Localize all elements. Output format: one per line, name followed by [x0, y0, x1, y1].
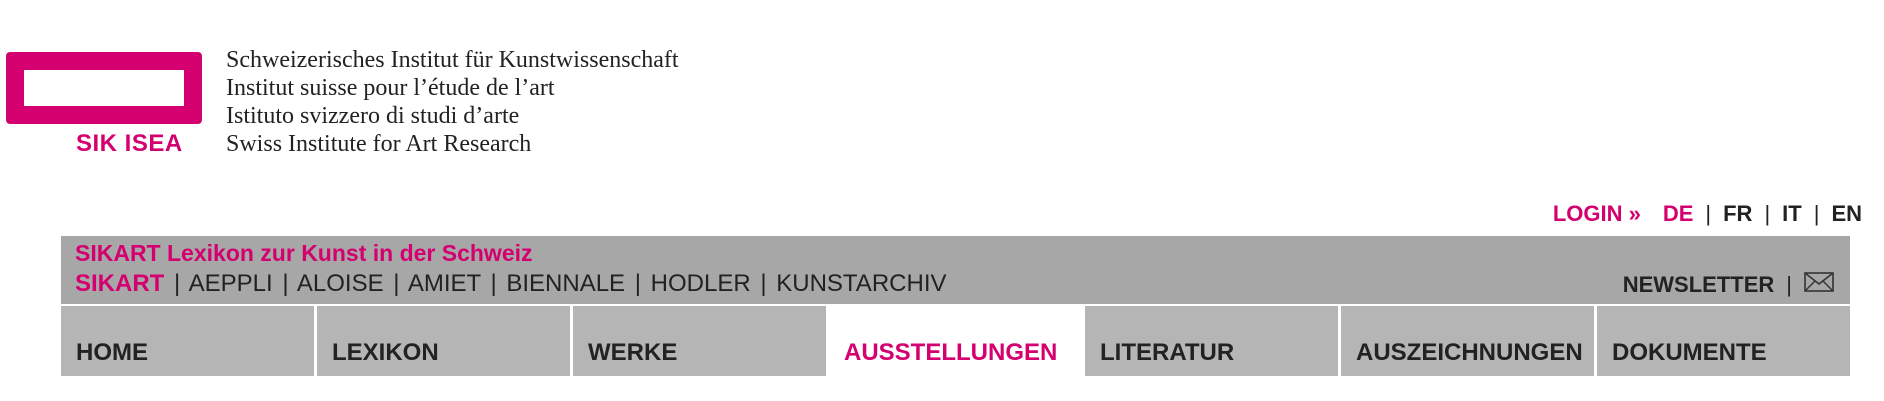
tab-auszeichnungen[interactable]: AUSZEICHNUNGEN [1341, 306, 1597, 376]
lang-en[interactable]: EN [1831, 201, 1862, 227]
logo-text[interactable]: SIK ISEA [76, 130, 183, 158]
site-link-biennale[interactable]: BIENNALE [506, 270, 625, 297]
institute-name-fr: Institut suisse pour l’étude de l’art [226, 75, 555, 101]
lang-fr[interactable]: FR [1723, 201, 1752, 227]
tab-home[interactable]: HOME [61, 306, 317, 376]
subheader-title[interactable]: SIKART Lexikon zur Kunst in der Schweiz [75, 240, 533, 267]
tab-ausstellungen[interactable]: AUSSTELLUNGEN [829, 306, 1085, 376]
site-links: SIKART | AEPPLI | ALOISE | AMIET | BIENN… [75, 270, 947, 298]
separator: | [1786, 272, 1792, 297]
separator: | [1764, 201, 1771, 226]
site-link-amiet[interactable]: AMIET [408, 270, 481, 297]
separator: | [282, 270, 289, 297]
institute-name-en: Swiss Institute for Art Research [226, 131, 532, 157]
separator: | [634, 270, 641, 297]
separator: | [174, 270, 181, 297]
site-link-aloise[interactable]: ALOISE [297, 270, 384, 297]
newsletter-area: NEWSLETTER | [1623, 272, 1834, 298]
lang-de[interactable]: DE [1663, 201, 1694, 227]
tab-werke[interactable]: WERKE [573, 306, 829, 376]
site-link-kunstarchiv[interactable]: KUNSTARCHIV [776, 270, 946, 297]
institute-names: Schweizerisches Institut für Kunstwissen… [226, 46, 679, 158]
lang-it[interactable]: IT [1782, 201, 1802, 227]
tab-literatur[interactable]: LITERATUR [1085, 306, 1341, 376]
subheader-bar: SIKART Lexikon zur Kunst in der Schweiz … [61, 236, 1850, 304]
separator: | [1705, 201, 1712, 226]
separator: | [1813, 201, 1820, 226]
site-link-sikart[interactable]: SIKART [75, 270, 164, 297]
sik-isea-logo-frame[interactable] [6, 52, 202, 124]
separator: | [760, 270, 767, 297]
tab-lexikon[interactable]: LEXIKON [317, 306, 573, 376]
language-bar: LOGIN » DE | FR | IT | EN [1553, 201, 1862, 227]
envelope-icon[interactable] [1804, 272, 1834, 298]
institute-name-it: Istituto svizzero di studi d’arte [226, 103, 520, 129]
login-link[interactable]: LOGIN » [1553, 201, 1641, 227]
site-link-hodler[interactable]: HODLER [651, 270, 751, 297]
separator: | [490, 270, 497, 297]
newsletter-link[interactable]: NEWSLETTER [1623, 272, 1775, 298]
tab-dokumente[interactable]: DOKUMENTE [1597, 306, 1850, 376]
main-navigation: HOME LEXIKON WERKE AUSSTELLUNGEN LITERAT… [61, 306, 1850, 376]
institute-name-de: Schweizerisches Institut für Kunstwissen… [226, 47, 679, 73]
separator: | [393, 270, 400, 297]
site-link-aeppli[interactable]: AEPPLI [189, 270, 273, 297]
